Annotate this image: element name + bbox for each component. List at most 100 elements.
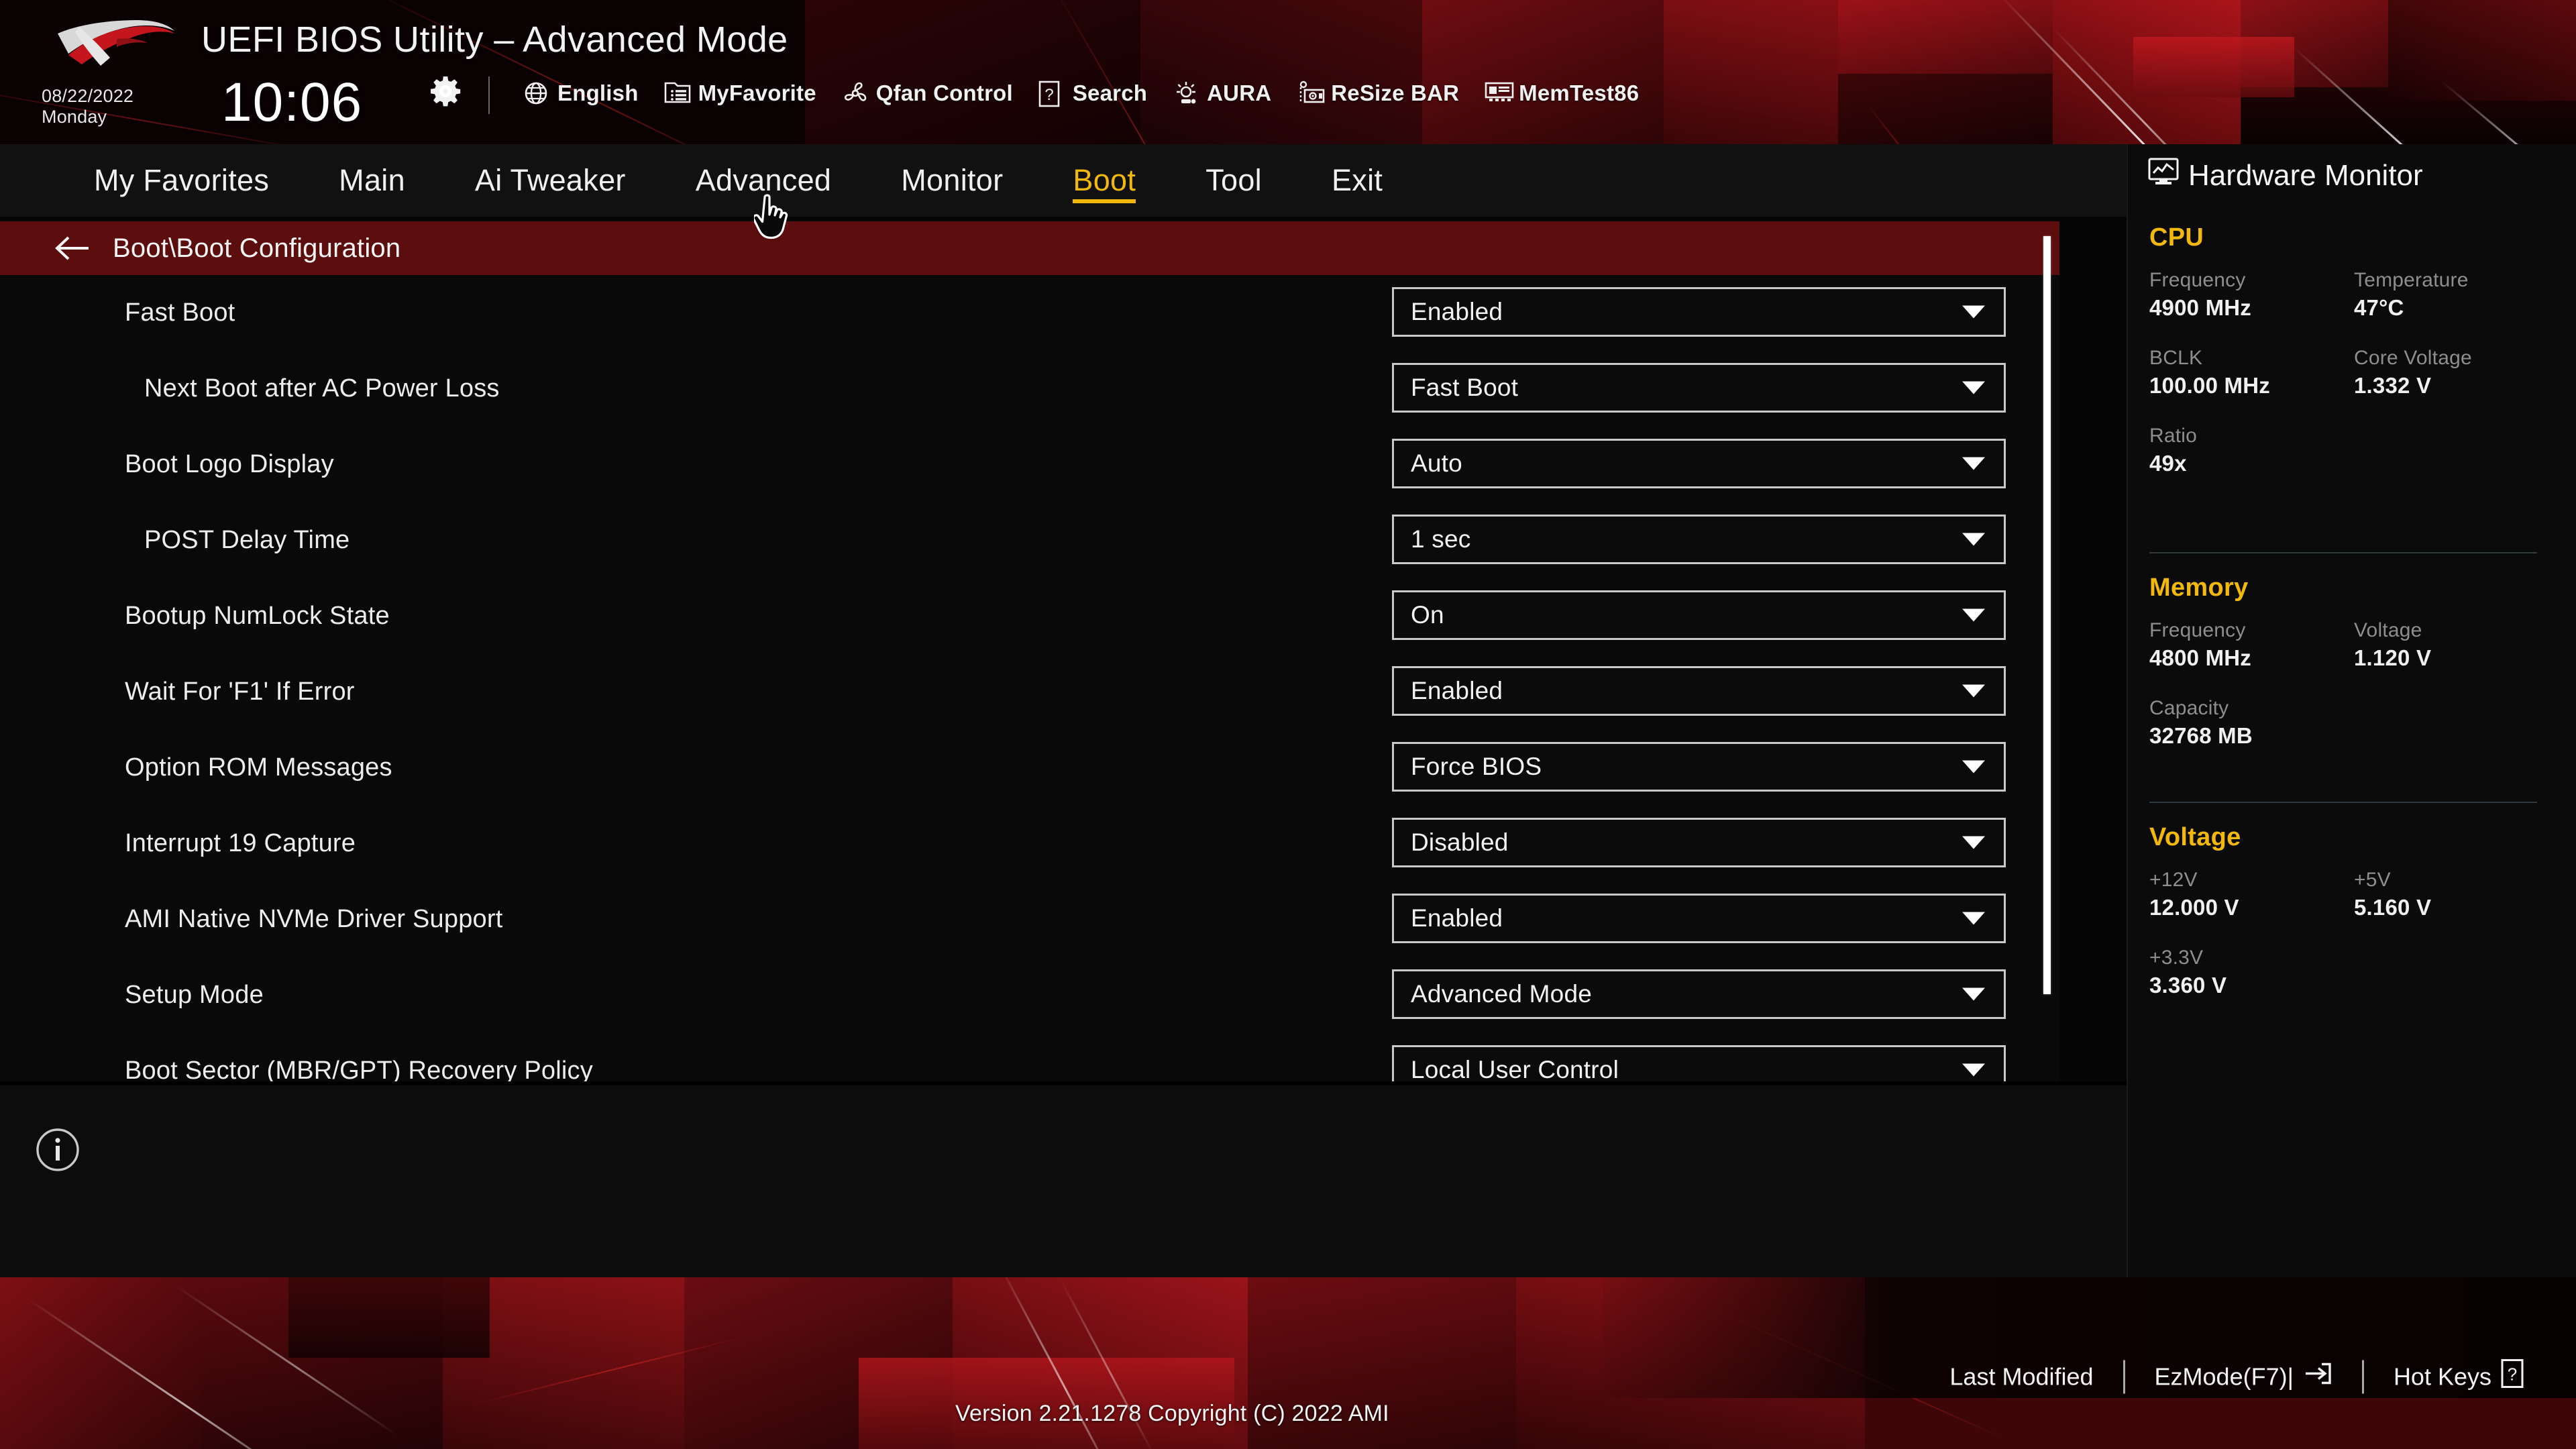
tab-label: Ai Tweaker [474, 163, 626, 197]
tool-english[interactable]: English [523, 80, 639, 106]
tool-label: MemTest86 [1519, 80, 1640, 105]
setting-dropdown[interactable]: Fast Boot [1392, 363, 2006, 413]
hotkeys-button[interactable]: Hot Keys ? [2394, 1359, 2524, 1395]
setting-label: Option ROM Messages [125, 753, 392, 782]
tool-label: Search [1072, 80, 1148, 105]
setting-row[interactable]: POST Delay Time 1 sec [0, 502, 2059, 578]
ezmode-button[interactable]: EzMode(F7)| [2155, 1360, 2332, 1393]
setting-dropdown[interactable]: Enabled [1392, 287, 2006, 337]
top-banner: UEFI BIOS Utility – Advanced Mode 08/22/… [0, 0, 2576, 144]
setting-dropdown[interactable]: Force BIOS [1392, 742, 2006, 792]
gear-icon[interactable] [429, 75, 462, 107]
tool-label: Qfan Control [875, 80, 1013, 105]
hwm-metric-value: 4800 MHz [2149, 645, 2252, 670]
setting-label: Next Boot after AC Power Loss [144, 374, 500, 402]
header-divider [488, 76, 490, 114]
tool-search[interactable]: ? Search [1038, 80, 1148, 107]
hardware-monitor-panel: Hardware Monitor CPU Frequency 4900 MHz Tem… [2127, 144, 2576, 1278]
breadcrumb-path: Boot\Boot Configuration [113, 233, 401, 263]
setting-label: Setup Mode [125, 981, 264, 1009]
ezmode-label: EzMode(F7)| [2154, 1362, 2294, 1390]
active-tab-underline [1073, 199, 1136, 203]
setting-dropdown[interactable]: Auto [1392, 439, 2006, 488]
hwm-section-voltage: Voltage +12V 12.000 V +5V 5.160 V +3.3V 3.360 … [2149, 796, 2559, 1022]
tool-qfan-control[interactable]: Qfan Control [842, 80, 1013, 106]
setting-dropdown[interactable]: Local User Control [1392, 1045, 2006, 1081]
dropdown-value: Disabled [1411, 828, 1509, 856]
setting-row[interactable]: Fast Boot Enabled [0, 275, 2059, 351]
setting-dropdown[interactable]: Disabled [1392, 818, 2006, 867]
setting-label: Boot Logo Display [125, 450, 334, 478]
hwm-metric-value: 1.332 V [2354, 373, 2432, 398]
setting-row[interactable]: Boot Logo Display Auto [0, 427, 2059, 502]
chevron-down-icon [1962, 305, 1985, 319]
hwm-row: Frequency 4900 MHz Temperature 47°C [2149, 267, 2559, 322]
back-arrow-icon[interactable] [52, 234, 91, 262]
settings-list: Fast Boot Enabled Next Boot after AC Power… [0, 275, 2059, 1081]
tool-label: English [557, 80, 639, 105]
hwm-metric-value: 100.00 MHz [2149, 373, 2270, 398]
hwm-section-title: Memory [2149, 574, 2249, 602]
chevron-down-icon [1962, 608, 1985, 622]
setting-row[interactable]: Next Boot after AC Power Loss Fast Boot [0, 351, 2059, 427]
dropdown-value: Advanced Mode [1411, 980, 1593, 1008]
tab-label: Advanced [695, 163, 832, 197]
tool-label: ReSize BAR [1331, 80, 1460, 105]
hwm-section-divider [2149, 802, 2537, 803]
dropdown-value: Force BIOS [1411, 753, 1542, 780]
breadcrumb: Boot\Boot Configuration [0, 221, 2059, 275]
dropdown-value: On [1411, 601, 1444, 629]
chevron-down-icon [1962, 684, 1985, 698]
clock-value: 10:06 [221, 72, 363, 133]
scrollbar-thumb[interactable] [2043, 236, 2051, 994]
tab-boot[interactable]: Boot [1073, 144, 1136, 217]
tab-ai-tweaker[interactable]: Ai Tweaker [475, 144, 626, 217]
hwm-metric-key: Capacity [2149, 697, 2229, 719]
setting-row[interactable]: Setup Mode Advanced Mode [0, 957, 2059, 1033]
tab-my-favorites[interactable]: My Favorites [94, 144, 269, 217]
setting-dropdown[interactable]: Enabled [1392, 666, 2006, 716]
setting-row[interactable]: AMI Native NVMe Driver Support Enabled [0, 881, 2059, 957]
chevron-down-icon [1962, 760, 1985, 773]
content-scrollbar[interactable] [2041, 228, 2053, 1090]
tab-tool[interactable]: Tool [1205, 144, 1262, 217]
tab-label: My Favorites [94, 163, 270, 197]
setting-row[interactable]: Option ROM Messages Force BIOS [0, 730, 2059, 806]
dropdown-value: Enabled [1411, 677, 1503, 704]
hwm-metric: Frequency 4900 MHz [2149, 267, 2354, 322]
fan-icon [842, 80, 867, 106]
hwm-metric-value: 32768 MB [2149, 723, 2253, 748]
setting-dropdown[interactable]: 1 sec [1392, 515, 2006, 564]
tab-exit[interactable]: Exit [1332, 144, 1383, 217]
info-circle-icon[interactable] [35, 1127, 80, 1173]
setting-row[interactable]: Interrupt 19 Capture Disabled [0, 806, 2059, 881]
setting-row[interactable]: Boot Sector (MBR/GPT) Recovery Policy Loc… [0, 1033, 2059, 1081]
tool-resize-bar[interactable]: ReSize BAR [1297, 80, 1459, 106]
hwm-section-title: Voltage [2149, 823, 2241, 851]
rog-logo-icon [52, 16, 180, 68]
setting-dropdown[interactable]: Enabled [1392, 894, 2006, 943]
tool-aura[interactable]: AURA [1173, 80, 1271, 106]
app-title: UEFI BIOS Utility – Advanced Mode [201, 19, 788, 60]
footer-actions: Last Modified EzMode(F7)| Hot Keys ? [1949, 1359, 2524, 1395]
setting-row[interactable]: Wait For 'F1' If Error Enabled [0, 654, 2059, 730]
footer-divider [2123, 1360, 2125, 1393]
favorites-list-icon [664, 80, 690, 106]
tab-monitor[interactable]: Monitor [901, 144, 1003, 217]
bios-version-text: Version 2.21.1278 Copyright (C) 2022 AMI [955, 1401, 1389, 1426]
setting-label: Fast Boot [125, 299, 235, 327]
last-modified-button[interactable]: Last Modified [1949, 1362, 2093, 1391]
setting-dropdown[interactable]: On [1392, 590, 2006, 640]
tool-myfavorite[interactable]: MyFavorite [664, 80, 816, 106]
hwm-metric-key: Frequency [2149, 619, 2246, 641]
hwm-metric: Core Voltage 1.332 V [2354, 345, 2559, 400]
chevron-down-icon [1962, 1063, 1985, 1077]
hwm-section-divider [2149, 552, 2537, 553]
last-modified-label: Last Modified [1949, 1362, 2094, 1390]
setting-dropdown[interactable]: Advanced Mode [1392, 969, 2006, 1019]
tab-advanced[interactable]: Advanced [696, 144, 832, 217]
tool-memtest86[interactable]: MemTest86 [1485, 80, 1639, 106]
tab-main[interactable]: Main [339, 144, 405, 217]
setting-row[interactable]: Bootup NumLock State On [0, 578, 2059, 654]
chevron-down-icon [1962, 533, 1985, 546]
